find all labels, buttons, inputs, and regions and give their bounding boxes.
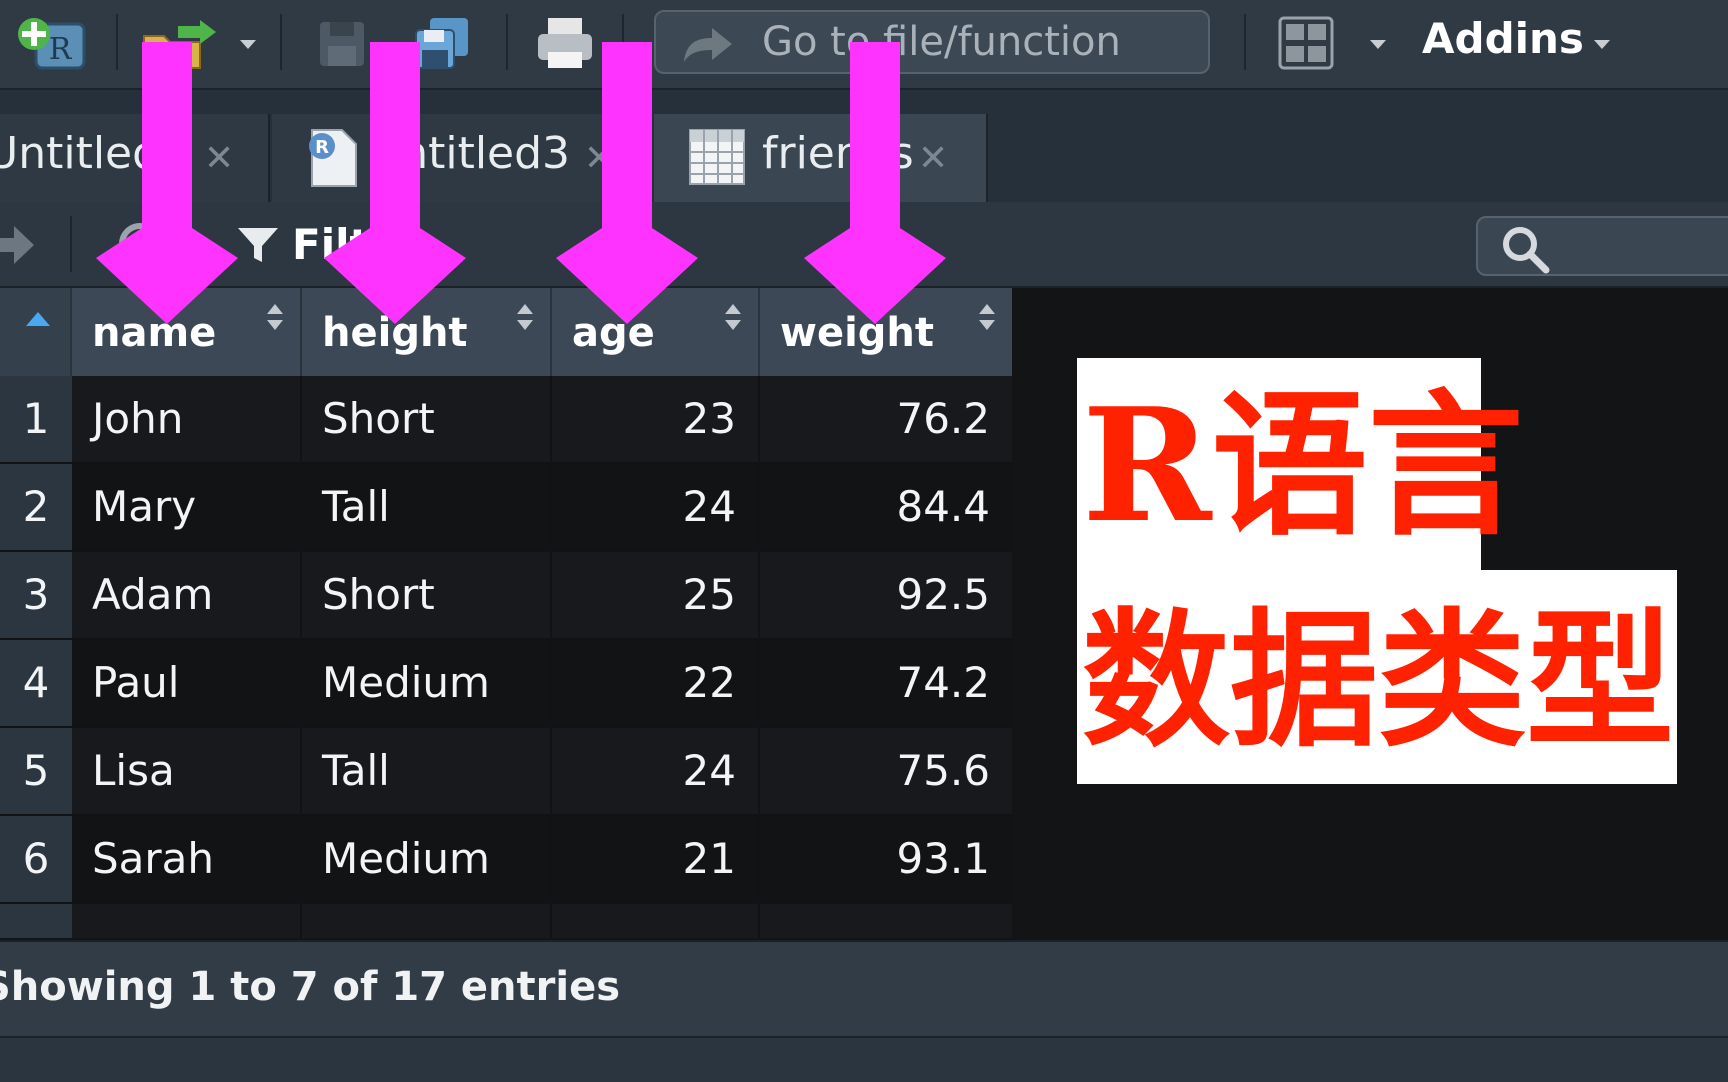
overlay-title: R语言 <box>1082 374 1524 557</box>
forward-arrow-icon[interactable] <box>0 220 40 270</box>
table-row[interactable]: 6 Sarah Medium 21 93.1 <box>0 816 1012 904</box>
arrow-down-icon <box>324 42 466 324</box>
cell-weight: 93.1 <box>760 816 1012 902</box>
cell-height: Tall <box>302 464 550 550</box>
cell-height: Short <box>302 376 550 462</box>
row-index <box>0 904 72 938</box>
cell-weight: 92.5 <box>760 552 1012 638</box>
layout-dropdown-icon[interactable] <box>1370 40 1386 49</box>
cell-name: Mary <box>72 464 300 550</box>
svg-text:R: R <box>49 32 73 67</box>
cell-name: Adam <box>72 552 300 638</box>
cell-weight: 75.6 <box>760 728 1012 814</box>
table-row-partial[interactable] <box>0 904 1012 938</box>
arrow-down-icon <box>804 42 946 324</box>
data-table: name height age weight 1 John Short 23 7… <box>0 288 1012 938</box>
row-index: 2 <box>0 464 72 550</box>
cell-name: John <box>72 376 300 462</box>
search-input[interactable] <box>1476 216 1728 276</box>
filter-icon[interactable] <box>236 224 280 266</box>
arrow-down-icon <box>556 42 698 324</box>
cell-weight <box>760 904 1012 938</box>
cell-age: 23 <box>552 376 758 462</box>
addins-menu[interactable]: Addins <box>1422 14 1584 63</box>
open-dropdown-icon[interactable] <box>240 40 256 49</box>
cell-age <box>552 904 758 938</box>
cell-weight: 76.2 <box>760 376 1012 462</box>
cell-weight: 84.4 <box>760 464 1012 550</box>
entries-count: Showing 1 to 7 of 17 entries <box>0 964 621 1010</box>
cell-age: 21 <box>552 816 758 902</box>
status-bar: Showing 1 to 7 of 17 entries <box>0 940 1728 1038</box>
addins-dropdown-icon[interactable] <box>1594 40 1610 49</box>
cell-name: Sarah <box>72 816 300 902</box>
table-row[interactable]: 2 Mary Tall 24 84.4 <box>0 464 1012 552</box>
cell-age: 25 <box>552 552 758 638</box>
cell-age: 24 <box>552 728 758 814</box>
cell-height: Medium <box>302 816 550 902</box>
sort-ascending-icon <box>26 312 50 326</box>
overlay-subtitle: 数据类型 <box>1082 593 1674 767</box>
row-index: 1 <box>0 376 72 462</box>
sort-icon <box>516 304 534 336</box>
bottom-divider <box>0 1036 1728 1082</box>
cell-age: 22 <box>552 640 758 726</box>
table-row[interactable]: 4 Paul Medium 22 74.2 <box>0 640 1012 728</box>
row-index: 4 <box>0 640 72 726</box>
table-row[interactable]: 1 John Short 23 76.2 <box>0 376 1012 464</box>
arrow-down-icon <box>96 42 238 324</box>
cell-height <box>302 904 550 938</box>
pane-layout-icon[interactable] <box>1278 16 1334 70</box>
search-icon <box>1503 227 1550 274</box>
cell-age: 24 <box>552 464 758 550</box>
row-index: 5 <box>0 728 72 814</box>
sort-icon <box>724 304 742 336</box>
cell-name: Lisa <box>72 728 300 814</box>
new-file-icon[interactable]: R <box>14 14 92 74</box>
cell-height: Short <box>302 552 550 638</box>
table-row[interactable]: 5 Lisa Tall 24 75.6 <box>0 728 1012 816</box>
table-row[interactable]: 3 Adam Short 25 92.5 <box>0 552 1012 640</box>
row-index: 6 <box>0 816 72 902</box>
row-index: 3 <box>0 552 72 638</box>
index-header[interactable] <box>0 288 72 376</box>
cell-name <box>72 904 300 938</box>
cell-name: Paul <box>72 640 300 726</box>
sort-icon <box>266 304 284 336</box>
cell-weight: 74.2 <box>760 640 1012 726</box>
sort-icon <box>978 304 996 336</box>
cell-height: Medium <box>302 640 550 726</box>
cell-height: Tall <box>302 728 550 814</box>
